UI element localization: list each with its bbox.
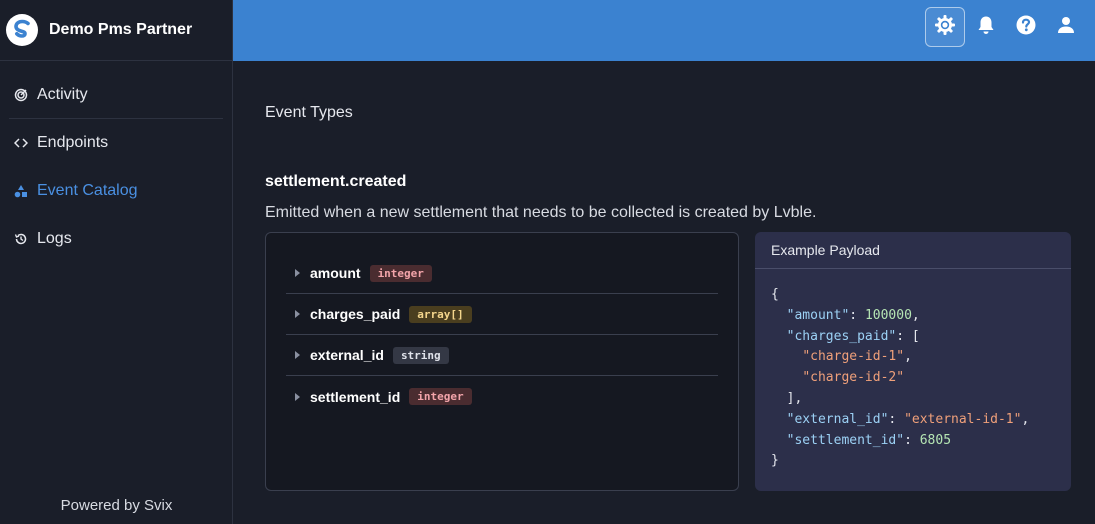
schema-panel: amount integer charges_paid array[] exte… — [265, 232, 739, 491]
type-badge: array[] — [409, 305, 472, 323]
type-badge: string — [392, 346, 449, 364]
activity-icon — [14, 88, 28, 102]
help-icon — [1016, 15, 1036, 40]
brand: Demo Pms Partner — [0, 0, 232, 61]
schema-row-settlement-id[interactable]: settlement_id integer — [286, 376, 718, 417]
caret-right-icon — [295, 269, 300, 277]
example-payload-panel: Example Payload { "amount": 100000, "cha… — [755, 232, 1071, 491]
page-title: Event Types — [265, 104, 353, 121]
settings-icon — [934, 14, 956, 41]
caret-right-icon — [295, 310, 300, 318]
schema-row-amount[interactable]: amount integer — [286, 253, 718, 294]
settings-button[interactable] — [925, 7, 965, 47]
schema-row-external-id[interactable]: external_id string — [286, 335, 718, 376]
svix-logo-icon — [6, 14, 38, 46]
event-type-description: Emitted when a new settlement that needs… — [265, 204, 817, 221]
caret-right-icon — [295, 351, 300, 359]
payload-code[interactable]: { "amount": 100000, "charges_paid": [ "c… — [755, 269, 1071, 472]
type-badge: integer — [409, 388, 472, 405]
sidebar-item-activity[interactable]: Activity — [9, 71, 223, 119]
sidebar-item-label: Activity — [37, 85, 88, 103]
field-name: external_id — [310, 347, 384, 363]
sidebar-item-label: Endpoints — [37, 134, 109, 151]
type-badge: integer — [369, 264, 432, 282]
schema-row-charges-paid[interactable]: charges_paid array[] — [286, 294, 718, 335]
shapes-icon — [14, 184, 28, 198]
caret-right-icon — [295, 392, 300, 401]
event-type-name: settlement.created — [265, 173, 407, 190]
notifications-button[interactable] — [966, 7, 1006, 47]
topbar — [233, 0, 1095, 61]
bell-icon — [977, 15, 995, 40]
sidebar-item-label: Event Catalog — [37, 182, 138, 199]
code-icon — [14, 136, 28, 150]
sidebar: Demo Pms Partner Activity Endpoints Even… — [0, 0, 233, 524]
field-name: charges_paid — [310, 306, 401, 322]
main-content: Event Types settlement.created Emitted w… — [233, 61, 1095, 524]
sidebar-item-label: Logs — [37, 230, 72, 247]
sidebar-nav: Activity Endpoints Event Catalog Logs — [0, 61, 232, 263]
history-icon — [14, 232, 28, 246]
help-button[interactable] — [1006, 7, 1046, 47]
brand-name: Demo Pms Partner — [49, 21, 193, 38]
topbar-actions — [925, 7, 1086, 47]
user-button[interactable] — [1046, 7, 1086, 47]
payload-title: Example Payload — [755, 232, 1071, 269]
field-name: settlement_id — [310, 388, 401, 405]
sidebar-item-event-catalog[interactable]: Event Catalog — [9, 167, 223, 215]
field-name: amount — [310, 265, 361, 281]
powered-by[interactable]: Powered by Svix — [0, 497, 233, 514]
user-icon — [1057, 16, 1075, 39]
sidebar-item-logs[interactable]: Logs — [9, 215, 223, 263]
sidebar-item-endpoints[interactable]: Endpoints — [9, 119, 223, 167]
